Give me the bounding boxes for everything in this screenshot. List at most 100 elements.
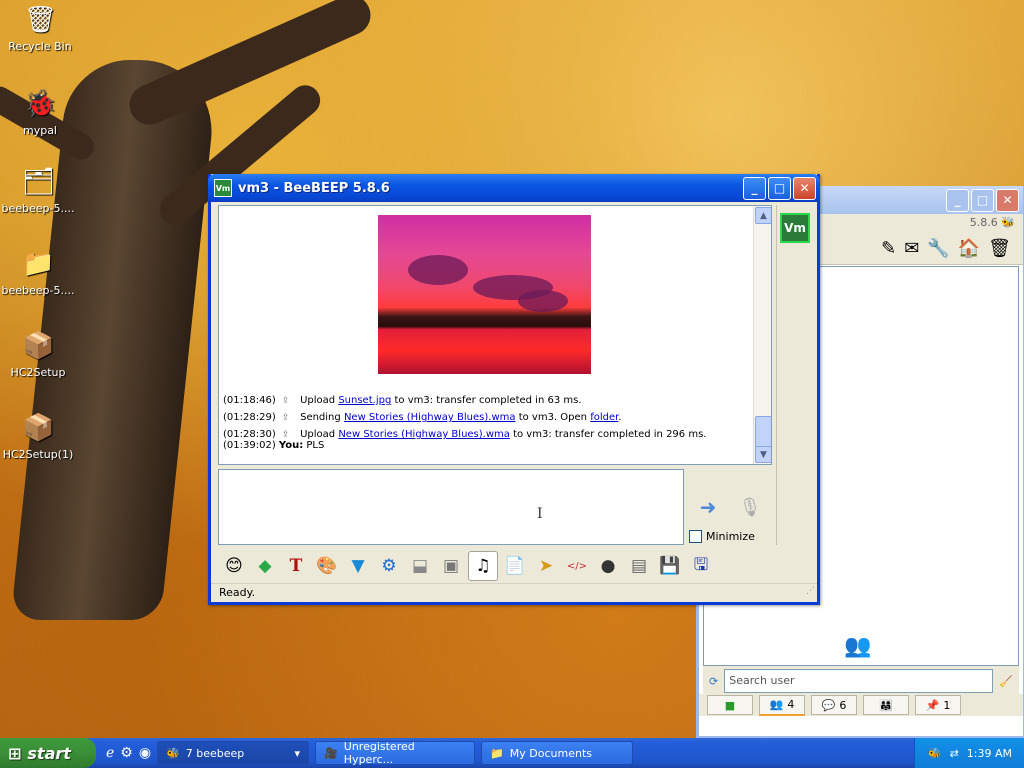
screenshot-button[interactable]: ● [594, 552, 622, 580]
book-icon: ▣ [442, 556, 460, 576]
file-link[interactable]: New Stories (Highway Blues).wma [338, 429, 510, 440]
message-text: . [618, 412, 622, 423]
image-detail [408, 255, 468, 285]
emoticon-button[interactable]: 😊 [220, 552, 248, 580]
folder-share-button[interactable]: ➤ [532, 552, 560, 580]
tab-groups[interactable]: 👨‍👩‍👧 [863, 695, 909, 715]
task-label: My Documents [509, 746, 592, 760]
browser-icon[interactable]: ℯ [106, 745, 114, 761]
groups-icon: 👨‍👩‍👧 [879, 698, 893, 712]
app-icon: Vm [214, 179, 232, 197]
tab-count: 6 [839, 698, 847, 712]
save-button[interactable]: 💾 [656, 552, 684, 580]
maximize-button[interactable]: □ [971, 188, 994, 212]
tab-share[interactable]: 📌 1 [915, 695, 961, 715]
tools-icon[interactable]: 🔧 [927, 238, 949, 259]
search-row: ⟳ Search user 🧹 [703, 666, 1019, 696]
folder-link[interactable]: folder [590, 412, 618, 423]
view-tabs: ■ 👥 4 💬 6 👨‍👩‍👧 📌 1 [699, 694, 1023, 716]
tab-chats[interactable]: 💬 6 [811, 695, 857, 715]
home-icon[interactable]: 🏠 [958, 238, 980, 259]
refresh-icon[interactable]: ⟳ [709, 675, 718, 688]
windows-logo-icon: ⊞ [8, 743, 22, 763]
desktop-icon-beebeep-zip[interactable]: 🗂 beebeep-5.... [0, 166, 78, 215]
send-button[interactable]: ➜ [691, 492, 725, 522]
window-icon: ▤ [630, 556, 648, 576]
desktop-icon-mypal[interactable]: 🐞 mypal [0, 88, 80, 137]
desktop-icon-label: HC2Setup [10, 366, 66, 379]
taskbar-item-beebeep[interactable]: 🐝 7 beebeep ▾ [157, 741, 310, 765]
send-file-button[interactable]: 📄 [501, 552, 529, 580]
tab-count: 4 [787, 698, 795, 711]
inbox-button[interactable]: ⬓ [406, 552, 434, 580]
message-text: Upload [300, 395, 336, 406]
desktop-icon-label: Recycle Bin [8, 40, 72, 53]
close-button[interactable]: ✕ [996, 188, 1019, 212]
layer-button[interactable]: ◆ [251, 552, 279, 580]
screenshot-icon: ● [600, 556, 616, 576]
installer-icon: 📦 [22, 413, 55, 443]
user-avatar-vm3[interactable]: Vm [780, 213, 810, 243]
floppy-button[interactable]: 🖫 [687, 552, 715, 580]
color-picker-icon: 🎨 [316, 556, 338, 576]
scroll-down-arrow[interactable]: ▼ [755, 446, 771, 463]
minimize-checkbox[interactable] [689, 530, 702, 543]
desktop-icon-hc2setup-1[interactable]: 📦 HC2Setup(1) [0, 412, 78, 461]
floppy-icon: 🖫 [693, 554, 709, 575]
desktop-icon-recycle-bin[interactable]: 🗑 Recycle Bin [0, 4, 80, 53]
broom-icon[interactable]: 🧹 [999, 675, 1013, 688]
minimize-button[interactable]: _ [946, 188, 969, 212]
bee-icon[interactable]: 🐝 [928, 747, 942, 760]
tab-chat[interactable]: ■ [707, 695, 753, 715]
music-file-button[interactable]: ♫ [468, 551, 498, 581]
desktop-icon-label: beebeep-5.... [1, 284, 75, 297]
settings-icon[interactable]: ⚙ [120, 745, 133, 761]
taskbar-item-hypercam[interactable]: 🎥 Unregistered Hyperc... [315, 740, 476, 766]
search-user-input[interactable]: Search user [724, 669, 994, 693]
voice-message-button[interactable]: 🎙 [739, 492, 762, 522]
message-input[interactable]: I [218, 469, 684, 545]
minimize-option[interactable]: Minimize [689, 530, 755, 543]
file-link[interactable]: New Stories (Highway Blues).wma [344, 412, 516, 423]
message-list: (01:18:46) ⇪ Upload Sunset.jpg to vm3: t… [223, 392, 751, 451]
message-text: to vm3. Open [518, 412, 587, 423]
scroll-thumb[interactable] [755, 416, 771, 448]
edit-icon[interactable]: ✎ [881, 238, 896, 259]
file-link[interactable]: Sunset.jpg [338, 395, 391, 406]
tab-users[interactable]: 👥 4 [759, 694, 805, 716]
media-icon[interactable]: ◉ [139, 745, 151, 761]
message-text: PLS [306, 440, 325, 451]
trash-icon[interactable]: 🗑 [988, 238, 1011, 259]
installer-icon: 📦 [22, 331, 55, 361]
compose-icon[interactable]: ✉ [904, 238, 919, 259]
chat-message: (01:28:29) ⇪ Sending New Stories (Highwa… [223, 409, 751, 426]
chat-message: (01:39:02) You: PLS [223, 440, 751, 451]
chat-history[interactable]: (01:18:46) ⇪ Upload Sunset.jpg to vm3: t… [218, 205, 772, 465]
clock: 1:39 AM [966, 746, 1012, 760]
chat-scrollbar[interactable]: ▲ ▼ [753, 206, 771, 464]
network-icon[interactable]: ⇄ [950, 747, 959, 760]
minimize-button[interactable]: _ [743, 176, 766, 200]
minimize-label: Minimize [706, 530, 755, 543]
window-button[interactable]: ▤ [625, 552, 653, 580]
maximize-button[interactable]: □ [768, 176, 791, 200]
desktop-icon-hc2setup[interactable]: 📦 HC2Setup [0, 330, 78, 379]
sunset-image[interactable] [378, 215, 591, 374]
color-button[interactable]: 🎨 [313, 552, 341, 580]
book-button[interactable]: ▣ [437, 552, 465, 580]
start-button[interactable]: ⊞ start [0, 738, 96, 768]
chat-window-titlebar[interactable]: Vm vm3 - BeeBEEP 5.8.6 _ □ ✕ [208, 174, 820, 202]
desktop-icon-beebeep-folder[interactable]: 📁 beebeep-5.... [0, 248, 78, 297]
folder-icon: 📁 [490, 746, 504, 760]
font-button[interactable]: T [282, 552, 310, 580]
folder-share-icon: ➤ [538, 556, 554, 576]
settings-button[interactable]: ⚙ [375, 552, 403, 580]
taskbar-item-my-documents[interactable]: 📁 My Documents [481, 741, 634, 765]
resize-grip-icon[interactable]: ⋰ [806, 582, 815, 600]
desktop-icon-label: mypal [22, 124, 57, 137]
filter-button[interactable]: ▼ [344, 552, 372, 580]
html-button[interactable]: </> [563, 552, 591, 580]
close-button[interactable]: ✕ [793, 176, 816, 200]
users-icon: 👥 [769, 698, 784, 711]
scroll-up-arrow[interactable]: ▲ [755, 207, 771, 224]
